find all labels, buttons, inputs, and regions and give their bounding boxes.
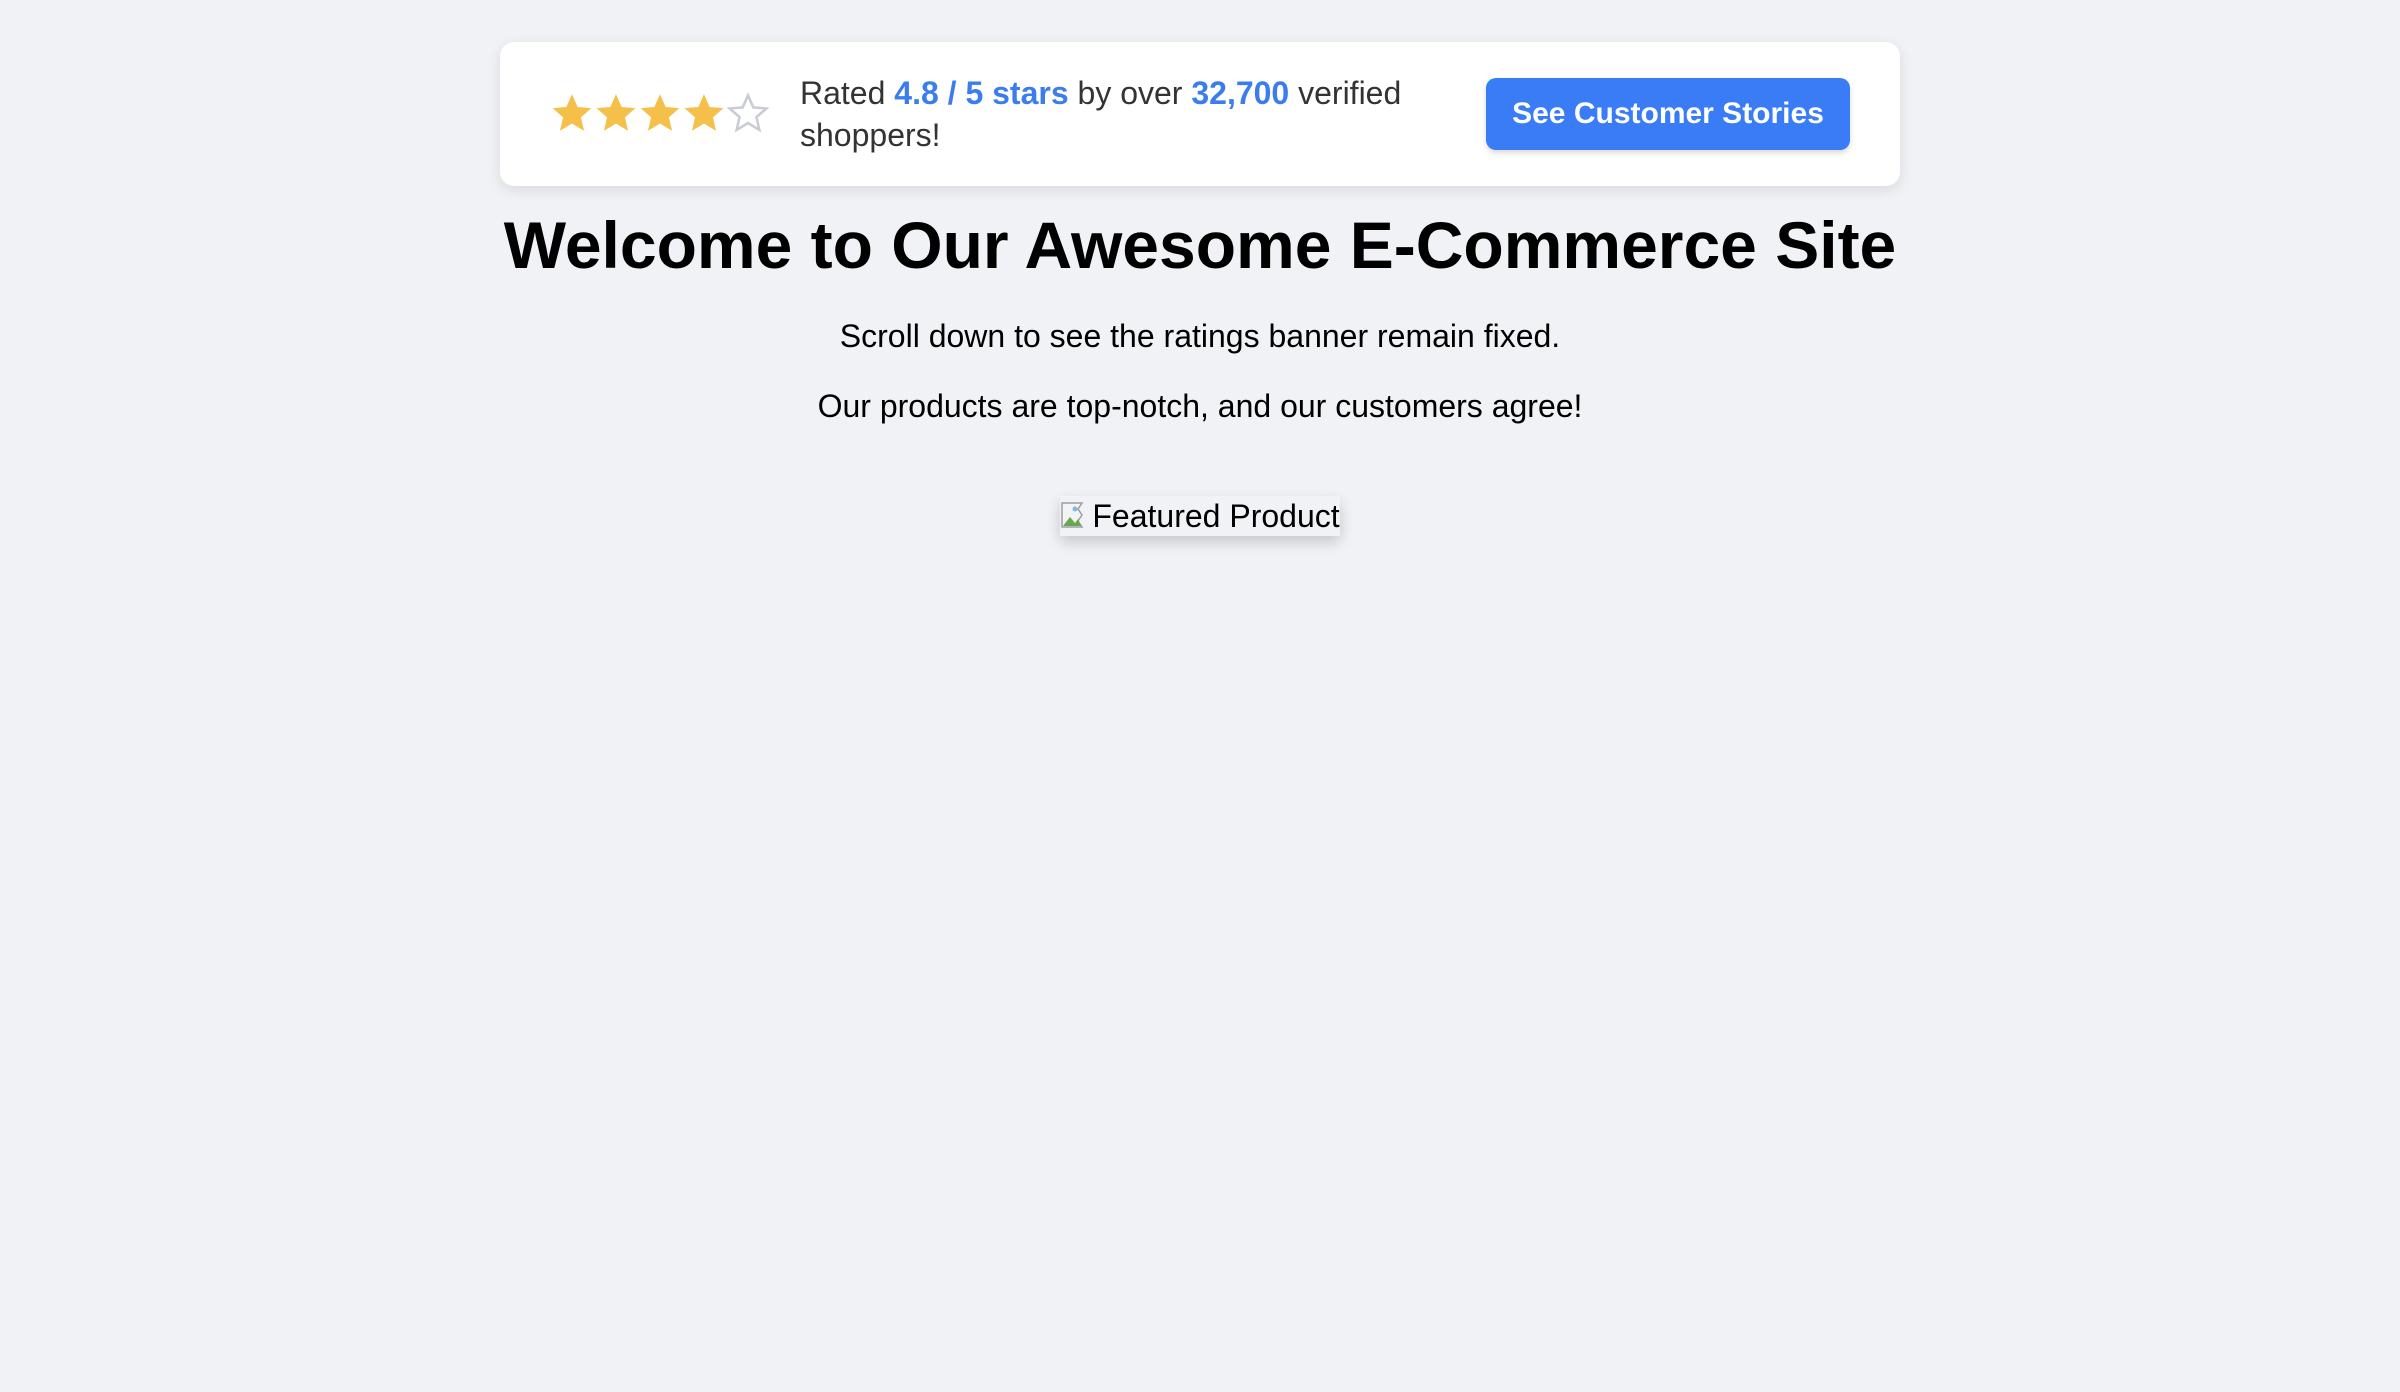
featured-product-image[interactable]: Featured Product <box>1060 496 1340 536</box>
star-icon <box>594 92 638 136</box>
intro-paragraph: Scroll down to see the ratings banner re… <box>839 318 1561 354</box>
tagline-paragraph: Our products are top-notch, and our cust… <box>817 388 1583 424</box>
page-title: Welcome to Our Awesome E-Commerce Site <box>503 208 1897 282</box>
rating-text-middle: by over <box>1077 75 1183 111</box>
ratings-banner: Rated 4.8 / 5 stars by over 32,700 verif… <box>500 42 1900 186</box>
rating-summary: Rated 4.8 / 5 stars by over 32,700 verif… <box>800 72 1440 156</box>
broken-image-icon <box>1060 500 1092 532</box>
see-customer-stories-button[interactable]: See Customer Stories <box>1486 78 1850 150</box>
star-icon <box>682 92 726 136</box>
star-icon <box>726 92 770 136</box>
rating-value: 4.8 / 5 stars <box>894 75 1069 111</box>
star-icon <box>638 92 682 136</box>
shopper-count: 32,700 <box>1191 75 1290 111</box>
star-rating <box>550 92 800 136</box>
main-content: Welcome to Our Awesome E-Commerce Site S… <box>0 186 2400 537</box>
rating-text-prefix: Rated <box>800 75 886 111</box>
featured-product-alt-text: Featured Product <box>1092 497 1340 534</box>
star-icon <box>550 92 594 136</box>
